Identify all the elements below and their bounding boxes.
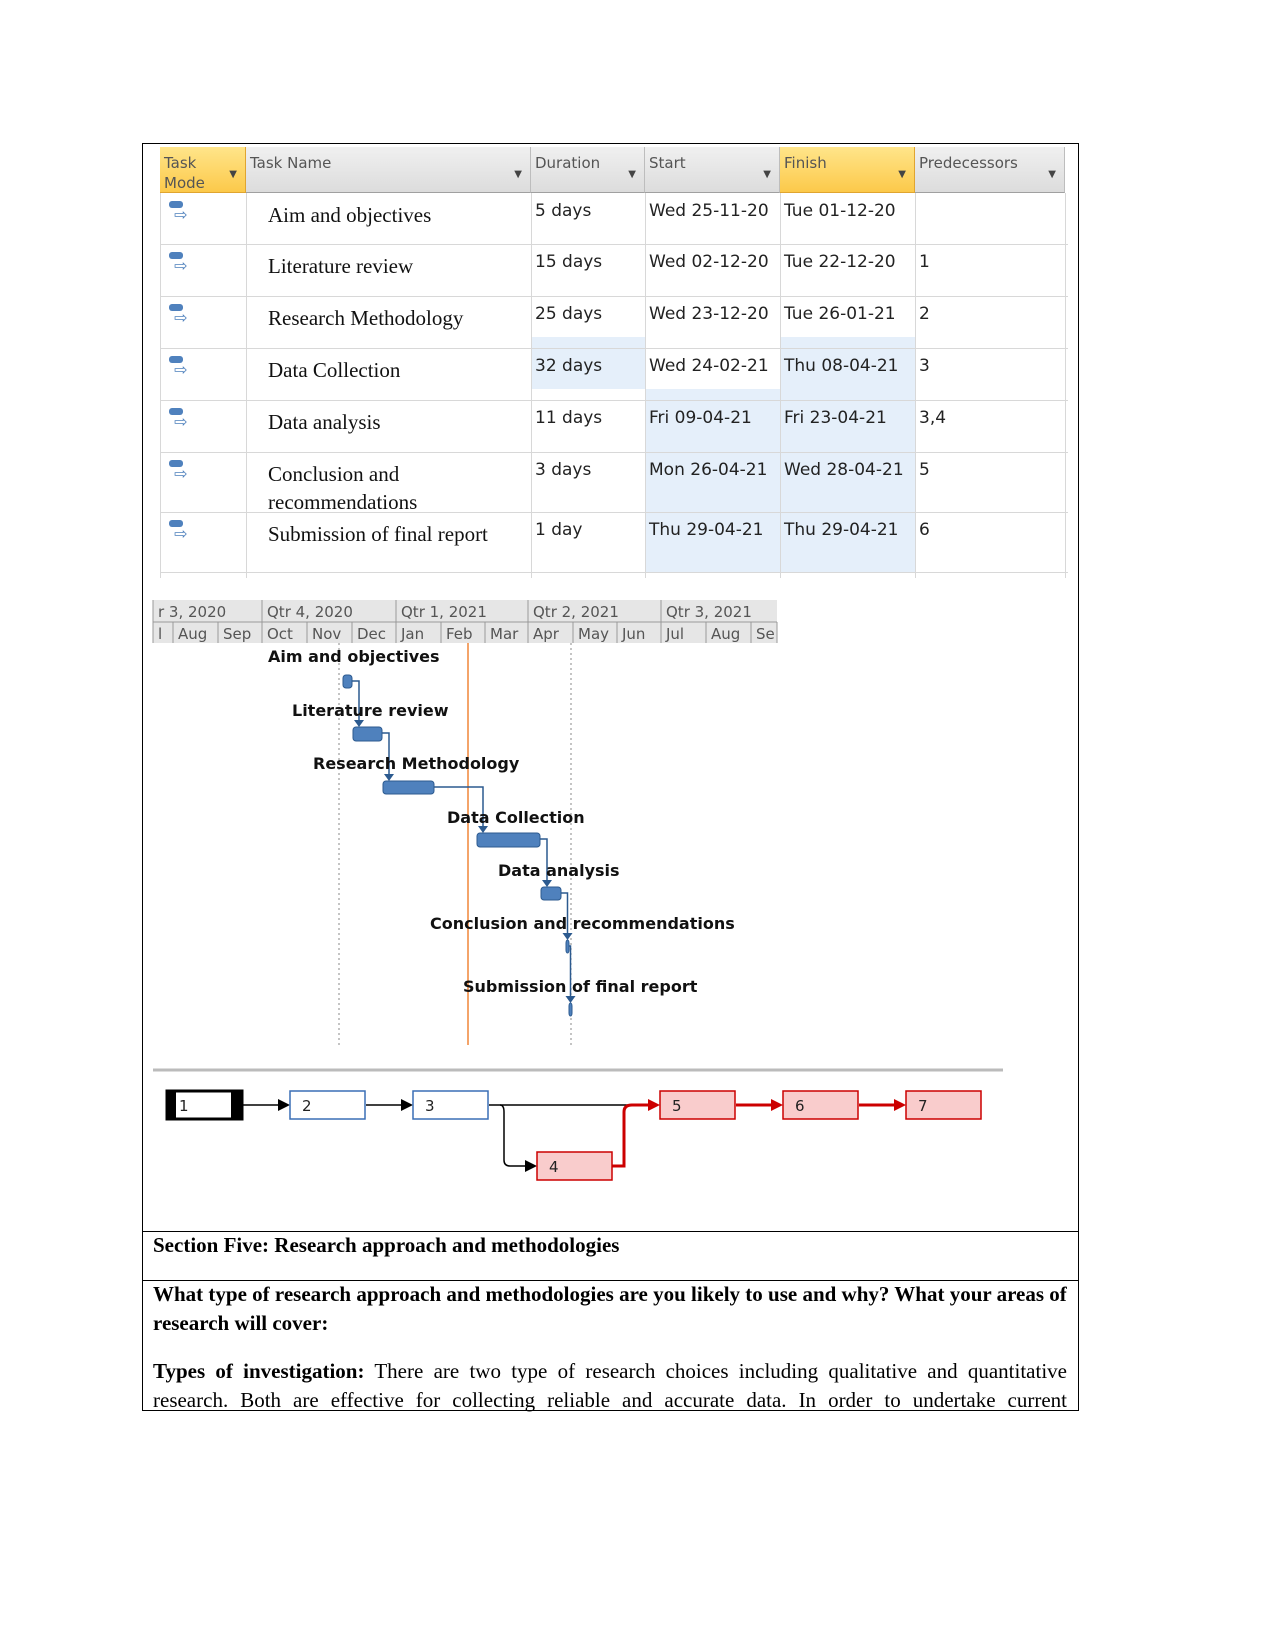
task-bar bbox=[565, 939, 570, 954]
node-marker bbox=[231, 1091, 242, 1119]
arrowhead-icon bbox=[401, 1099, 413, 1111]
month-label: Jun bbox=[621, 625, 645, 643]
month-label: Sep bbox=[223, 625, 251, 643]
paragraph-text: There are two type of research choices i… bbox=[364, 1359, 1067, 1383]
arrowhead-icon bbox=[525, 1160, 537, 1172]
task-bar bbox=[476, 832, 541, 848]
task-bar-label: Research Methodology bbox=[313, 754, 520, 773]
arrowhead-icon bbox=[278, 1099, 290, 1111]
month-label: Aug bbox=[711, 625, 740, 643]
network-node-label: 1 bbox=[179, 1097, 189, 1115]
arrowhead-icon bbox=[542, 880, 552, 887]
task-bar-label: Literature review bbox=[292, 701, 449, 720]
task-bar-label: Data Collection bbox=[447, 808, 585, 827]
month-label: Mar bbox=[490, 625, 519, 643]
task-bar-label: Data analysis bbox=[498, 861, 620, 880]
arrowhead-icon bbox=[894, 1099, 906, 1111]
quarter-label: Qtr 1, 2021 bbox=[401, 603, 487, 621]
network-link bbox=[499, 1104, 527, 1167]
arrowhead-icon bbox=[478, 826, 488, 833]
month-label: Dec bbox=[357, 625, 386, 643]
quarter-label: Qtr 2, 2021 bbox=[533, 603, 619, 621]
network-link bbox=[612, 1103, 648, 1168]
month-label: Jul bbox=[665, 625, 684, 643]
month-label: Nov bbox=[312, 625, 341, 643]
document-page: Task Mode ▼ Task Name ▼ Duration ▼ Start ▼ F… bbox=[0, 0, 1275, 1651]
month-label: l bbox=[158, 625, 162, 643]
network-node-label: 5 bbox=[672, 1097, 682, 1115]
network-node-label: 2 bbox=[302, 1097, 312, 1115]
arrowhead-icon bbox=[354, 720, 364, 727]
month-label: Apr bbox=[533, 625, 560, 643]
paragraph-label: Types of investigation: bbox=[153, 1359, 365, 1383]
quarter-label: Qtr 3, 2021 bbox=[666, 603, 752, 621]
task-bar-label: Conclusion and recommendations bbox=[430, 914, 735, 933]
month-label: May bbox=[578, 625, 609, 643]
arrowhead-icon bbox=[771, 1099, 783, 1111]
paragraph-line-1: Types of investigation: There are two ty… bbox=[153, 1357, 1067, 1386]
task-bar bbox=[342, 674, 353, 689]
task-bar bbox=[352, 726, 383, 742]
gantt-chart: r 3, 2020 Qtr 4, 2020 Qtr 1, 2021 Qtr 2, 20… bbox=[152, 600, 778, 1045]
month-label: Aug bbox=[178, 625, 207, 643]
network-node-label: 6 bbox=[795, 1097, 805, 1115]
section-heading: Section Five: Research approach and meth… bbox=[153, 1233, 620, 1257]
question-text: What type of research approach and metho… bbox=[153, 1282, 1067, 1335]
task-bar-label: Aim and objectives bbox=[268, 647, 440, 666]
network-node-label: 4 bbox=[549, 1158, 559, 1176]
quarter-label: r 3, 2020 bbox=[158, 603, 226, 621]
arrowhead-icon bbox=[565, 996, 576, 1003]
node-marker bbox=[167, 1091, 176, 1119]
task-bar bbox=[568, 1002, 573, 1017]
network-node-label: 7 bbox=[918, 1097, 928, 1115]
task-bar-label: Submission of final report bbox=[463, 977, 698, 996]
task-bar bbox=[540, 886, 562, 901]
network-diagram: 1 2 3 4 5 6 7 bbox=[153, 1068, 1003, 1181]
arrowhead-icon bbox=[648, 1099, 660, 1111]
month-label: Jan bbox=[400, 625, 424, 643]
paragraph-line-2: research. Both are effective for collect… bbox=[153, 1388, 1067, 1412]
month-label: Oct bbox=[267, 625, 293, 643]
arrowhead-icon bbox=[384, 774, 394, 781]
month-label: Se bbox=[756, 625, 775, 643]
quarter-label: Qtr 4, 2020 bbox=[267, 603, 353, 621]
month-label: Feb bbox=[446, 625, 473, 643]
network-node-label: 3 bbox=[425, 1097, 435, 1115]
task-bar bbox=[382, 780, 435, 795]
